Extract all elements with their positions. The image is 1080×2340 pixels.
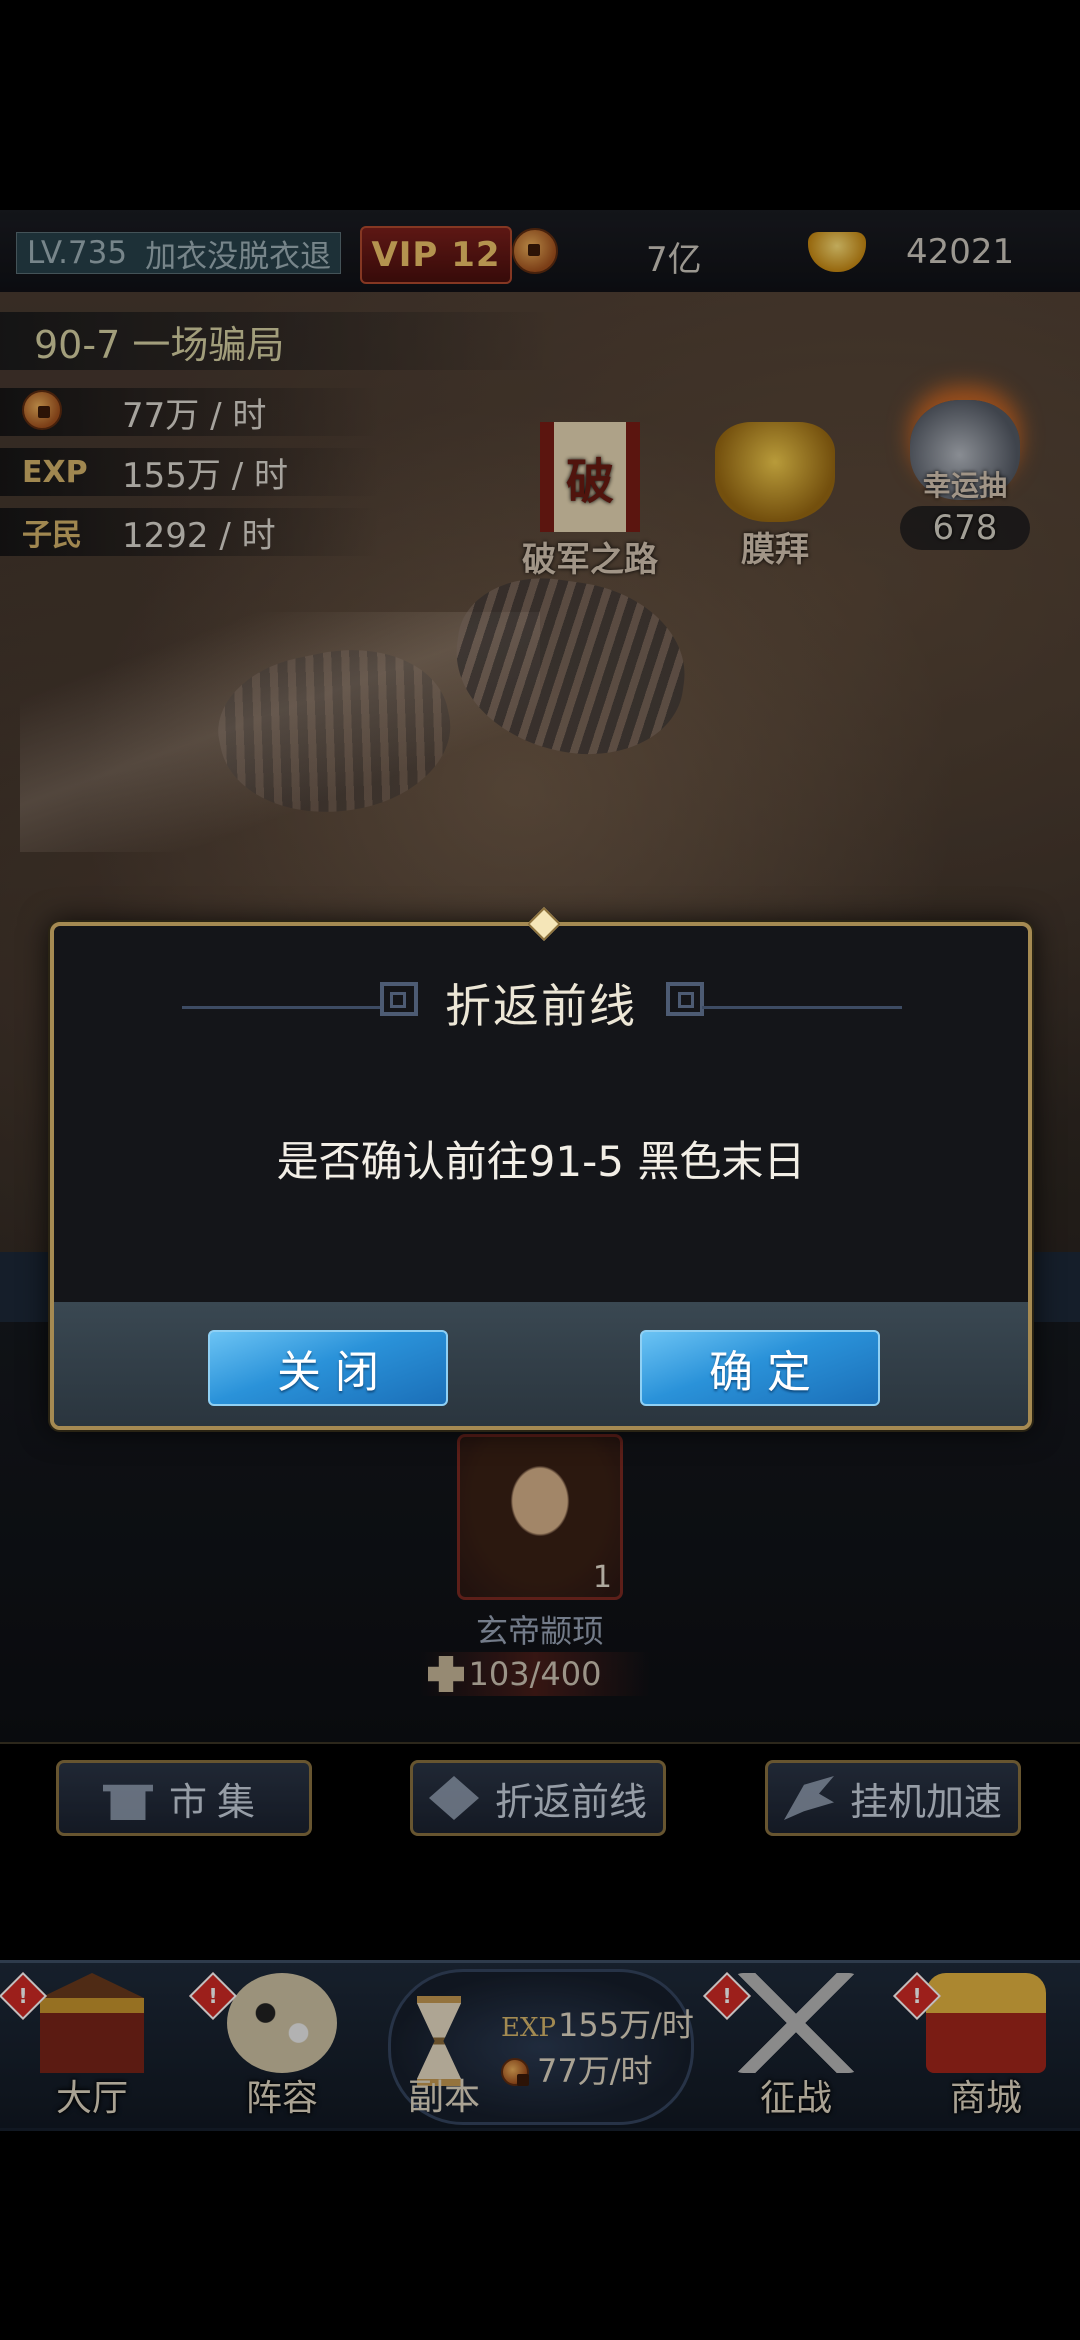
confirm-button[interactable]: 确定 [640,1330,880,1406]
fret-ornament-right [666,982,704,1016]
dialog-title: 折返前线 [445,979,637,1033]
title-line-right [702,1006,902,1009]
return-front-dialog: 折返前线 是否确认前往91-5 黑色末日 关闭 确定 [50,907,1032,1430]
dialog-footer: 关闭 确定 [54,1302,1028,1426]
dialog-message: 是否确认前往91-5 黑色末日 [276,1137,806,1186]
close-button[interactable]: 关闭 [208,1330,448,1406]
